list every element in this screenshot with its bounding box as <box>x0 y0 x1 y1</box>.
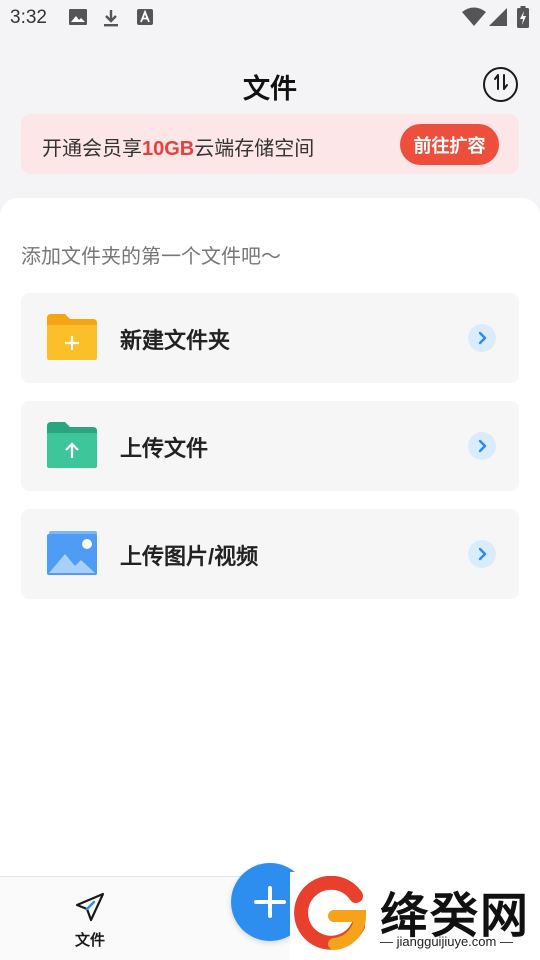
chevron-right-icon <box>468 540 496 568</box>
expand-storage-button[interactable]: 前往扩容 <box>400 124 499 165</box>
status-bar: 3:32 <box>0 0 540 36</box>
main-sheet: 添加文件夹的第一个文件吧～ 新建文件夹 上传文件 上传图片/视频 <box>0 198 540 878</box>
sort-arrows-icon <box>492 73 510 96</box>
sort-button[interactable] <box>483 67 518 102</box>
banner-text-suffix: 云端存储空间 <box>194 138 315 160</box>
banner-text-prefix: 开通会员享 <box>42 138 142 160</box>
new-folder-icon <box>45 312 99 362</box>
upload-media-card[interactable]: 上传图片/视频 <box>21 509 519 599</box>
upload-folder-icon <box>45 420 99 470</box>
new-folder-label: 新建文件夹 <box>120 328 231 353</box>
signal-icon <box>488 7 508 32</box>
chevron-right-icon <box>468 324 496 352</box>
banner-text: 开通会员享10GB云端存储空间 <box>42 132 314 161</box>
chevron-right-icon <box>468 432 496 460</box>
plus-icon <box>253 885 287 924</box>
empty-hint: 添加文件夹的第一个文件吧～ <box>21 246 281 268</box>
nav-tab-files-label: 文件 <box>74 932 105 949</box>
nav-tab-files[interactable]: 文件 <box>60 889 120 951</box>
text-a-icon <box>136 8 154 31</box>
upload-file-label: 上传文件 <box>120 436 209 461</box>
watermark-url-text: jiangguijiuye.com <box>396 934 497 949</box>
status-time: 3:32 <box>10 7 47 28</box>
watermark-logo-icon <box>294 875 370 957</box>
new-folder-card[interactable]: 新建文件夹 <box>21 293 519 383</box>
banner-storage-amount: 10GB <box>142 138 195 160</box>
page-title: 文件 <box>243 74 297 104</box>
image-icon <box>68 8 88 31</box>
upload-file-card[interactable]: 上传文件 <box>21 401 519 491</box>
wifi-icon <box>462 7 486 32</box>
paper-plane-icon <box>74 891 106 928</box>
vip-banner[interactable]: 开通会员享10GB云端存储空间 前往扩容 <box>21 114 519 174</box>
watermark-url: — jiangguijiuye.com — <box>380 934 513 949</box>
battery-icon <box>517 6 529 33</box>
watermark: 绛癸网 — jiangguijiuye.com — <box>290 872 540 960</box>
upload-media-label: 上传图片/视频 <box>120 544 259 569</box>
image-upload-icon <box>45 528 99 578</box>
download-icon <box>101 8 121 33</box>
